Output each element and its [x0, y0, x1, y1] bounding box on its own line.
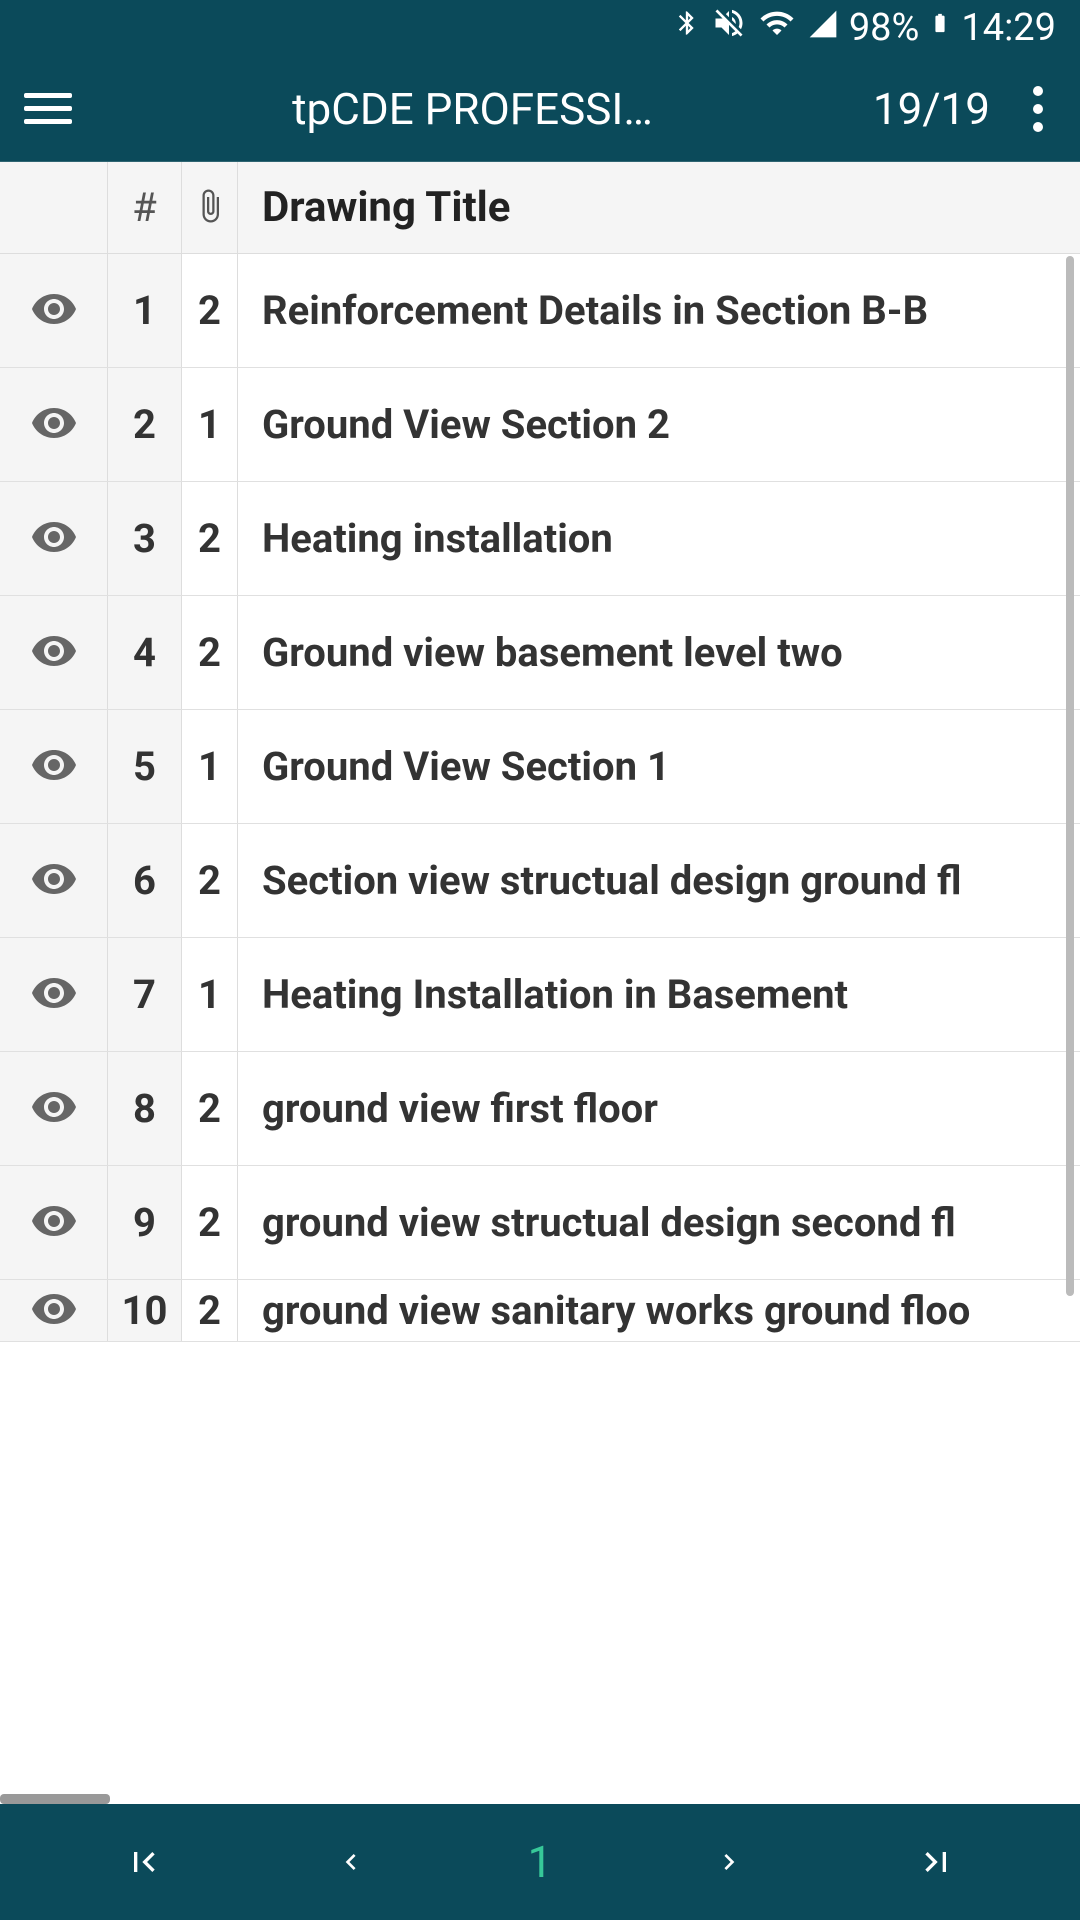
- table-body[interactable]: 12Reinforcement Details in Section B-B21…: [0, 254, 1080, 1342]
- table-row[interactable]: 51Ground View Section 1: [0, 710, 1080, 824]
- row-number: 3: [108, 482, 182, 595]
- mute-vibrate-icon: [711, 5, 747, 51]
- attachment-count: 2: [182, 1052, 238, 1165]
- eye-icon: [30, 285, 78, 337]
- eye-icon: [30, 1083, 78, 1135]
- table-row[interactable]: 71Heating Installation in Basement: [0, 938, 1080, 1052]
- paperclip-icon: [192, 188, 228, 228]
- signal-icon: [807, 6, 839, 50]
- drawing-title: Ground View Section 2: [238, 401, 1080, 448]
- row-number: 9: [108, 1166, 182, 1279]
- bottom-nav: 1: [0, 1804, 1080, 1920]
- view-button[interactable]: [0, 1166, 108, 1279]
- drawing-title: ground view structual design second fl: [238, 1199, 1080, 1246]
- app-bar: tpCDE PROFESSI… 19/19: [0, 56, 1080, 162]
- table-row[interactable]: 92ground view structual design second fl: [0, 1166, 1080, 1280]
- drawing-title: Heating installation: [238, 515, 1080, 562]
- view-button[interactable]: [0, 938, 108, 1051]
- eye-icon: [30, 1285, 78, 1337]
- eye-icon: [30, 969, 78, 1021]
- page-count: 19/19: [873, 83, 990, 135]
- prev-page-button[interactable]: [321, 1832, 381, 1892]
- attachment-count: 2: [182, 254, 238, 367]
- drawing-title: Ground view basement level two: [238, 629, 1080, 676]
- eye-icon: [30, 1197, 78, 1249]
- menu-icon[interactable]: [24, 85, 72, 133]
- eye-icon: [30, 741, 78, 793]
- table-row[interactable]: 82ground view first floor: [0, 1052, 1080, 1166]
- table-row[interactable]: 21Ground View Section 2: [0, 368, 1080, 482]
- scrollbar-horizontal[interactable]: [0, 1794, 110, 1804]
- col-header-title[interactable]: Drawing Title: [238, 183, 1080, 232]
- attachment-count: 1: [182, 710, 238, 823]
- table-row[interactable]: 102ground view sanitary works ground flo…: [0, 1280, 1080, 1342]
- attachment-count: 2: [182, 1280, 238, 1341]
- drawing-title: Ground View Section 1: [238, 743, 1080, 790]
- attachment-count: 2: [182, 1166, 238, 1279]
- last-page-button[interactable]: [906, 1832, 966, 1892]
- attachment-count: 2: [182, 596, 238, 709]
- drawing-title: Section view structual design ground fl: [238, 857, 1080, 904]
- drawing-title: ground view first floor: [238, 1085, 1080, 1132]
- row-number: 8: [108, 1052, 182, 1165]
- eye-icon: [30, 855, 78, 907]
- view-button[interactable]: [0, 482, 108, 595]
- view-button[interactable]: [0, 710, 108, 823]
- row-number: 2: [108, 368, 182, 481]
- view-button[interactable]: [0, 1280, 108, 1341]
- row-number: 5: [108, 710, 182, 823]
- clock-time: 14:29: [961, 6, 1056, 50]
- drawing-title: Reinforcement Details in Section B-B: [238, 287, 1080, 334]
- row-number: 10: [108, 1280, 182, 1341]
- row-number: 4: [108, 596, 182, 709]
- row-number: 7: [108, 938, 182, 1051]
- table-row[interactable]: 42Ground view basement level two: [0, 596, 1080, 710]
- row-number: 6: [108, 824, 182, 937]
- view-button[interactable]: [0, 1052, 108, 1165]
- col-header-view[interactable]: [0, 162, 108, 253]
- attachment-count: 2: [182, 824, 238, 937]
- scrollbar-vertical[interactable]: [1066, 256, 1074, 1296]
- first-page-button[interactable]: [114, 1832, 174, 1892]
- app-title: tpCDE PROFESSI…: [72, 83, 873, 135]
- view-button[interactable]: [0, 824, 108, 937]
- eye-icon: [30, 513, 78, 565]
- next-page-button[interactable]: [699, 1832, 759, 1892]
- battery-percent: 98%: [849, 6, 920, 50]
- col-header-attach[interactable]: [182, 162, 238, 253]
- row-number: 1: [108, 254, 182, 367]
- view-button[interactable]: [0, 254, 108, 367]
- drawing-title: ground view sanitary works ground floo: [238, 1287, 1080, 1334]
- view-button[interactable]: [0, 596, 108, 709]
- table-row[interactable]: 62Section view structual design ground f…: [0, 824, 1080, 938]
- status-icons: 98% 14:29: [673, 4, 1056, 52]
- table-container: # Drawing Title 12Reinforcement Details …: [0, 162, 1080, 1804]
- eye-icon: [30, 627, 78, 679]
- wifi-icon: [757, 5, 797, 51]
- eye-icon: [30, 399, 78, 451]
- drawing-title: Heating Installation in Basement: [238, 971, 1080, 1018]
- status-bar: 98% 14:29: [0, 0, 1080, 56]
- col-header-num[interactable]: #: [108, 162, 182, 253]
- current-page-label[interactable]: 1: [528, 1836, 553, 1888]
- attachment-count: 2: [182, 482, 238, 595]
- battery-icon: [929, 5, 951, 51]
- table-header: # Drawing Title: [0, 162, 1080, 254]
- bluetooth-icon: [673, 4, 701, 52]
- table-row[interactable]: 12Reinforcement Details in Section B-B: [0, 254, 1080, 368]
- more-vert-icon[interactable]: [1020, 85, 1056, 133]
- attachment-count: 1: [182, 938, 238, 1051]
- table-row[interactable]: 32Heating installation: [0, 482, 1080, 596]
- view-button[interactable]: [0, 368, 108, 481]
- attachment-count: 1: [182, 368, 238, 481]
